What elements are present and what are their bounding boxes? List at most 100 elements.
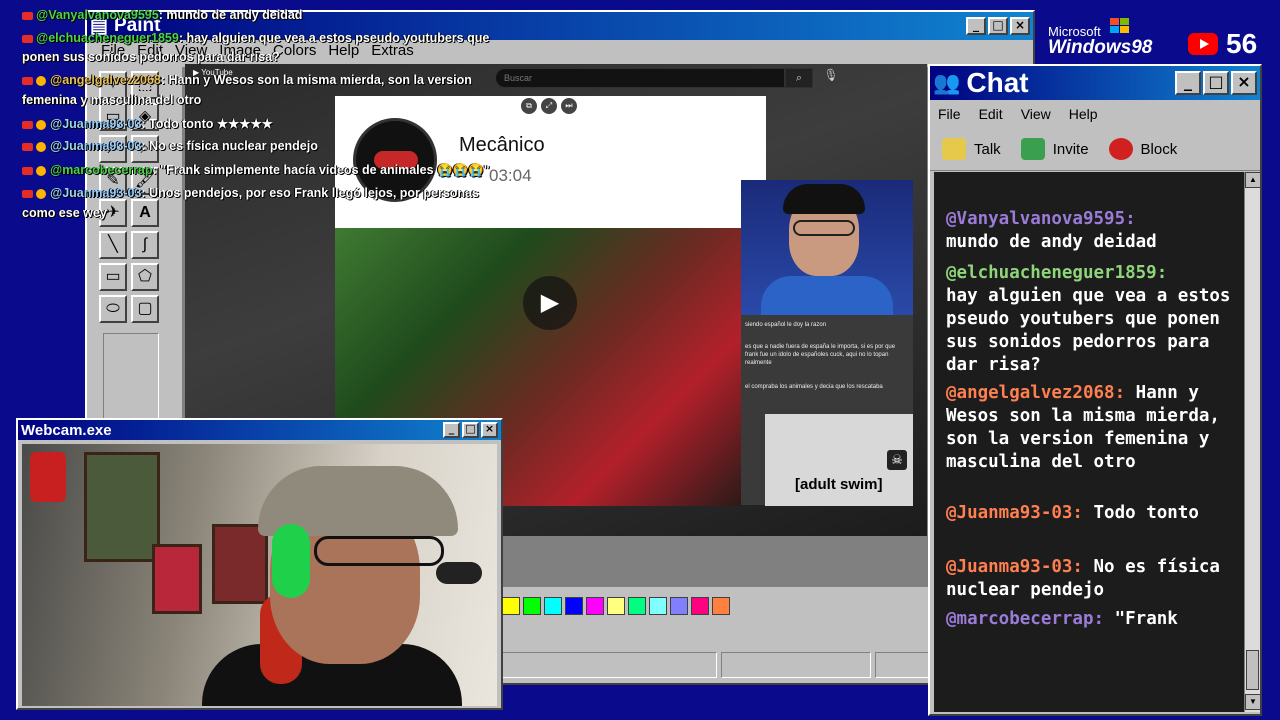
streamer-glasses	[793, 220, 855, 236]
member-badge-icon	[36, 119, 46, 130]
chat-username: @Juanma93-03:	[946, 557, 1083, 577]
scroll-down-icon[interactable]: ▼	[1245, 694, 1261, 710]
minimize-button[interactable]: _	[966, 17, 986, 35]
talk-icon	[942, 138, 966, 160]
polygon-icon[interactable]: ⬠	[131, 263, 159, 291]
member-badge-icon	[36, 165, 46, 176]
chat-message: @Juanma93-03: Todo tonto	[946, 502, 1236, 525]
chat-menu-help[interactable]: Help	[1069, 106, 1098, 122]
chat-text: Todo tonto	[1093, 503, 1199, 523]
block-button[interactable]: Block	[1108, 138, 1178, 160]
ms-big-text: Windows98	[1048, 37, 1153, 58]
color-palette	[502, 597, 730, 615]
color-swatch[interactable]	[649, 597, 667, 615]
chat-menu-file[interactable]: File	[938, 106, 961, 122]
headphones-icon	[272, 524, 310, 598]
color-swatch[interactable]	[712, 597, 730, 615]
rectangle-icon[interactable]: ▭	[99, 263, 127, 291]
close-button[interactable]: ×	[1231, 71, 1257, 95]
chat-window: 👥 Chat _ □ × File Edit View Help Talk In…	[928, 64, 1262, 716]
member-badge-icon	[36, 188, 46, 199]
chat-message: @Juanma93-03: No es física nuclear pende…	[946, 556, 1236, 602]
chat-username: @elchuacheneguer1859:	[946, 263, 1168, 283]
overlay-message: @Juanma93-03: Unos pendejos, por eso Fra…	[22, 186, 479, 200]
minimize-button[interactable]: _	[1175, 71, 1201, 95]
youtube-icon	[22, 120, 33, 129]
chat-menu-view[interactable]: View	[1021, 106, 1051, 122]
color-swatch[interactable]	[565, 597, 583, 615]
chat-scrollbar[interactable]: ▲ ▼	[1244, 172, 1261, 712]
color-swatch[interactable]	[523, 597, 541, 615]
overlay-username: @Juanma93-03	[50, 139, 142, 153]
skip-icon[interactable]: ⏭	[561, 98, 577, 114]
overlay-text: : Unos pendejos, por eso Frank llegó lej…	[141, 186, 479, 200]
chat-message: @angelgalvez2068: Hann y Wesos son la mi…	[946, 382, 1236, 474]
block-icon	[1108, 138, 1133, 160]
curve-icon[interactable]: ∫	[131, 231, 159, 259]
comment-line: el compraba los animales y decia que los…	[745, 384, 883, 390]
viewer-counter: 56	[1188, 28, 1257, 60]
youtube-icon	[22, 34, 33, 43]
overlay-username: @elchuacheneguer1859	[36, 31, 179, 45]
chat-text: mundo de andy deidad	[946, 232, 1157, 252]
chat-username: @Vanyalvanova9595:	[946, 209, 1136, 229]
overlay-text: : hay alguien que vea a estos pseudo you…	[178, 31, 490, 45]
invite-button[interactable]: Invite	[1020, 138, 1089, 160]
search-icon[interactable]: ⌕	[785, 68, 813, 88]
microphone-icon	[436, 562, 482, 584]
status-cell-coords	[721, 652, 871, 678]
scroll-up-icon[interactable]: ▲	[1245, 172, 1261, 188]
invite-icon	[1020, 138, 1045, 160]
maximize-button[interactable]: □	[988, 17, 1008, 35]
webcam-titlebar[interactable]: Webcam.exe _ □ ×	[18, 420, 501, 440]
rounded-rect-icon[interactable]: ▢	[131, 295, 159, 323]
member-badge-icon	[36, 141, 46, 152]
chat-message: @Vanyalvanova9595: mundo de andy deidad	[946, 208, 1236, 254]
overlay-continuation: femenina y masculina del otro	[22, 93, 202, 107]
overlay-username: @marcobecerrap	[50, 163, 153, 177]
overlay-username: @Juanma93-03	[50, 117, 142, 131]
play-icon[interactable]: ▶	[523, 276, 577, 330]
chat-titlebar[interactable]: 👥 Chat _ □ ×	[930, 66, 1260, 100]
chat-text: "Frank	[1114, 609, 1178, 629]
chat-menu-edit[interactable]: Edit	[979, 106, 1003, 122]
line-icon[interactable]: ╲	[99, 231, 127, 259]
color-swatch[interactable]	[607, 597, 625, 615]
talk-label: Talk	[974, 140, 1001, 158]
overlay-continuation: como ese wey	[22, 206, 107, 220]
overlay-username: @angelgalvez2068	[50, 73, 161, 87]
overlay-message: @marcobecerrap: "Frank simplemente hacía…	[22, 163, 490, 178]
minimize-button[interactable]: _	[443, 422, 460, 438]
mic-icon[interactable]: 🎙	[821, 68, 841, 88]
talk-button[interactable]: Talk	[942, 138, 1001, 160]
pip-icon[interactable]: ⧉	[521, 98, 537, 114]
overlay-text: : "Frank simplemente hacía videos de ani…	[152, 163, 490, 177]
youtube-search-input[interactable]: Buscar	[495, 68, 785, 88]
member-badge-icon	[36, 75, 46, 86]
skull-icon: ☠	[887, 450, 907, 470]
scroll-thumb[interactable]	[1246, 650, 1259, 690]
overlay-text: : mundo de andy deidad	[158, 8, 303, 22]
color-swatch[interactable]	[628, 597, 646, 615]
color-swatch[interactable]	[544, 597, 562, 615]
color-swatch[interactable]	[502, 597, 520, 615]
color-swatch[interactable]	[670, 597, 688, 615]
windows98-logo: Microsoft Windows98	[1048, 24, 1152, 59]
fullscreen-icon[interactable]: ⤢	[541, 98, 557, 114]
color-swatch[interactable]	[586, 597, 604, 615]
close-button[interactable]: ×	[481, 422, 498, 438]
color-swatch[interactable]	[691, 597, 709, 615]
streamer-shirt	[761, 276, 893, 316]
block-label: Block	[1140, 140, 1178, 158]
maximize-button[interactable]: □	[1203, 71, 1229, 95]
chat-title: Chat	[966, 67, 1029, 98]
soda-can	[30, 452, 66, 502]
comment-line: es que a nadie fuera de españa le import…	[745, 344, 896, 366]
overlay-username: @Vanyalvanova9595	[36, 8, 159, 22]
close-button[interactable]: ×	[1010, 17, 1030, 35]
ellipse-icon[interactable]: ⬭	[99, 295, 127, 323]
chat-messages[interactable]: @Vanyalvanova9595: mundo de andy deidad …	[934, 172, 1244, 712]
maximize-button[interactable]: □	[462, 422, 479, 438]
comment-line: siendo español le doy la razon	[745, 322, 827, 328]
youtube-icon	[22, 189, 33, 198]
